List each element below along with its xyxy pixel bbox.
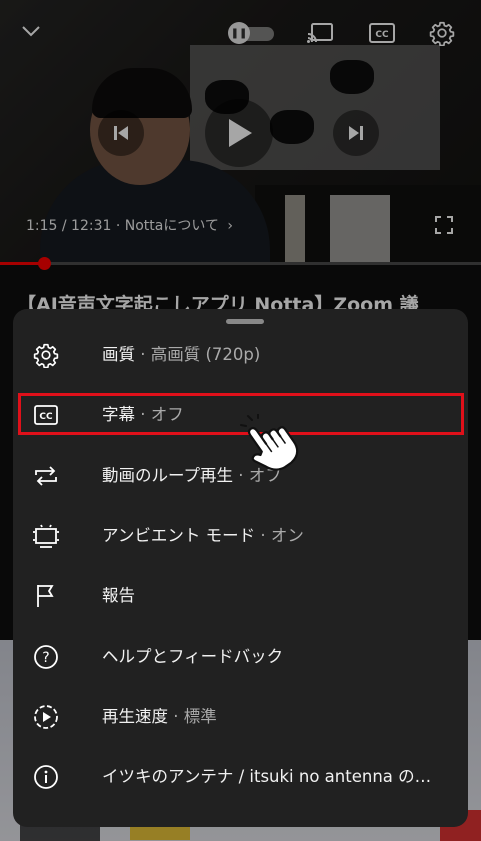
playback-speed-icon — [32, 703, 60, 731]
svg-text:?: ? — [42, 650, 49, 666]
gear-icon — [32, 341, 60, 369]
ambient-tv-icon — [32, 522, 60, 550]
menu-item-channel-info[interactable]: イツキのアンテナ / itsuki no antenna の… — [13, 747, 468, 807]
settings-sheet: 画質 · 高画質 (720p) CC 字幕 · オフ 動画のループ再生 · オフ — [13, 309, 468, 827]
info-icon — [32, 763, 60, 791]
menu-item-label: 再生速度 · 標準 — [102, 707, 217, 726]
pointing-hand-icon — [238, 413, 308, 476]
menu-item-label: ヘルプとフィードバック — [102, 647, 284, 666]
menu-item-label: アンビエント モード · オン — [102, 526, 304, 545]
menu-item-label: 画質 · 高画質 (720p) — [102, 345, 261, 364]
menu-item-help-feedback[interactable]: ? ヘルプとフィードバック — [13, 627, 468, 687]
flag-icon — [32, 582, 60, 610]
menu-item-label: イツキのアンテナ / itsuki no antenna の… — [102, 767, 432, 786]
menu-item-ambient-mode[interactable]: アンビエント モード · オン — [13, 506, 468, 566]
sheet-drag-handle[interactable] — [226, 319, 264, 324]
menu-item-playback-speed[interactable]: 再生速度 · 標準 — [13, 687, 468, 747]
loop-icon — [32, 462, 60, 490]
menu-item-label: 報告 — [102, 586, 135, 605]
menu-item-quality[interactable]: 画質 · 高画質 (720p) — [13, 325, 468, 385]
menu-item-report[interactable]: 報告 — [13, 566, 468, 626]
help-icon: ? — [32, 643, 60, 671]
